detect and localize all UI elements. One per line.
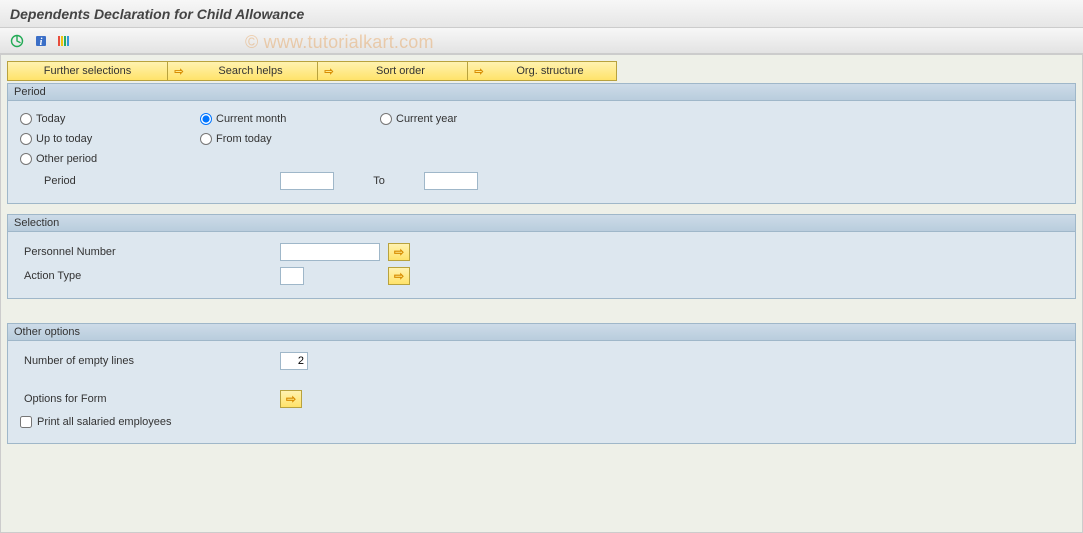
selection-group: Selection Personnel Number ⇨ Action Type… (7, 214, 1076, 299)
other-options-legend: Other options (8, 324, 1075, 341)
execute-icon[interactable] (6, 32, 28, 50)
other-options-group: Other options Number of empty lines Opti… (7, 323, 1076, 444)
action-type-multi-button[interactable]: ⇨ (388, 267, 410, 285)
options-form-button[interactable]: ⇨ (280, 390, 302, 408)
period-to-label: To (334, 175, 424, 187)
empty-lines-input[interactable] (280, 352, 308, 370)
title-bar: Dependents Declaration for Child Allowan… (0, 0, 1083, 28)
radio-current-month-input[interactable] (200, 113, 212, 125)
options-form-label: Options for Form (20, 393, 280, 405)
radio-from-today-input[interactable] (200, 133, 212, 145)
period-from-input[interactable] (280, 172, 334, 190)
search-helps-button[interactable]: ⇨ Search helps (167, 61, 317, 81)
radio-current-month-label: Current month (216, 113, 286, 125)
org-structure-label: Org. structure (516, 65, 583, 77)
print-all-label: Print all salaried employees (37, 416, 172, 428)
arrow-right-icon: ⇨ (172, 65, 186, 77)
info-icon[interactable]: i (30, 32, 52, 50)
arrow-right-icon: ⇨ (394, 245, 404, 259)
action-type-label: Action Type (20, 270, 280, 282)
arrow-right-icon: ⇨ (322, 65, 336, 77)
app-toolbar: i (0, 28, 1083, 54)
arrow-right-icon: ⇨ (394, 269, 404, 283)
radio-today-label: Today (36, 113, 65, 125)
radio-other-period[interactable]: Other period (20, 153, 200, 165)
radio-today[interactable]: Today (20, 113, 200, 125)
selection-buttons-row: Further selections ⇨ Search helps ⇨ Sort… (7, 61, 1076, 81)
sort-order-label: Sort order (376, 65, 425, 77)
further-selections-button[interactable]: Further selections (7, 61, 167, 81)
further-selections-label: Further selections (44, 65, 131, 77)
personnel-number-multi-button[interactable]: ⇨ (388, 243, 410, 261)
personnel-number-label: Personnel Number (20, 246, 280, 258)
radio-current-month[interactable]: Current month (200, 113, 380, 125)
period-to-input[interactable] (424, 172, 478, 190)
period-field-label: Period (20, 175, 280, 187)
radio-current-year-input[interactable] (380, 113, 392, 125)
period-group: Period Today Current month Current year (7, 83, 1076, 204)
search-helps-label: Search helps (218, 65, 282, 77)
radio-other-period-label: Other period (36, 153, 97, 165)
page-title: Dependents Declaration for Child Allowan… (10, 6, 304, 22)
empty-lines-label: Number of empty lines (20, 355, 280, 367)
variants-icon[interactable] (54, 32, 76, 50)
selection-legend: Selection (8, 215, 1075, 232)
arrow-right-icon: ⇨ (286, 392, 296, 406)
radio-up-to-today-label: Up to today (36, 133, 92, 145)
radio-up-to-today[interactable]: Up to today (20, 133, 200, 145)
radio-other-period-input[interactable] (20, 153, 32, 165)
radio-today-input[interactable] (20, 113, 32, 125)
radio-from-today-label: From today (216, 133, 272, 145)
arrow-right-icon: ⇨ (472, 65, 486, 77)
print-all-checkbox[interactable] (20, 416, 32, 428)
action-type-input[interactable] (280, 267, 304, 285)
radio-up-to-today-input[interactable] (20, 133, 32, 145)
personnel-number-input[interactable] (280, 243, 380, 261)
radio-current-year-label: Current year (396, 113, 457, 125)
radio-current-year[interactable]: Current year (380, 113, 560, 125)
content-area: Further selections ⇨ Search helps ⇨ Sort… (0, 54, 1083, 533)
svg-text:i: i (40, 37, 43, 48)
period-legend: Period (8, 84, 1075, 101)
org-structure-button[interactable]: ⇨ Org. structure (467, 61, 617, 81)
sort-order-button[interactable]: ⇨ Sort order (317, 61, 467, 81)
radio-from-today[interactable]: From today (200, 133, 380, 145)
